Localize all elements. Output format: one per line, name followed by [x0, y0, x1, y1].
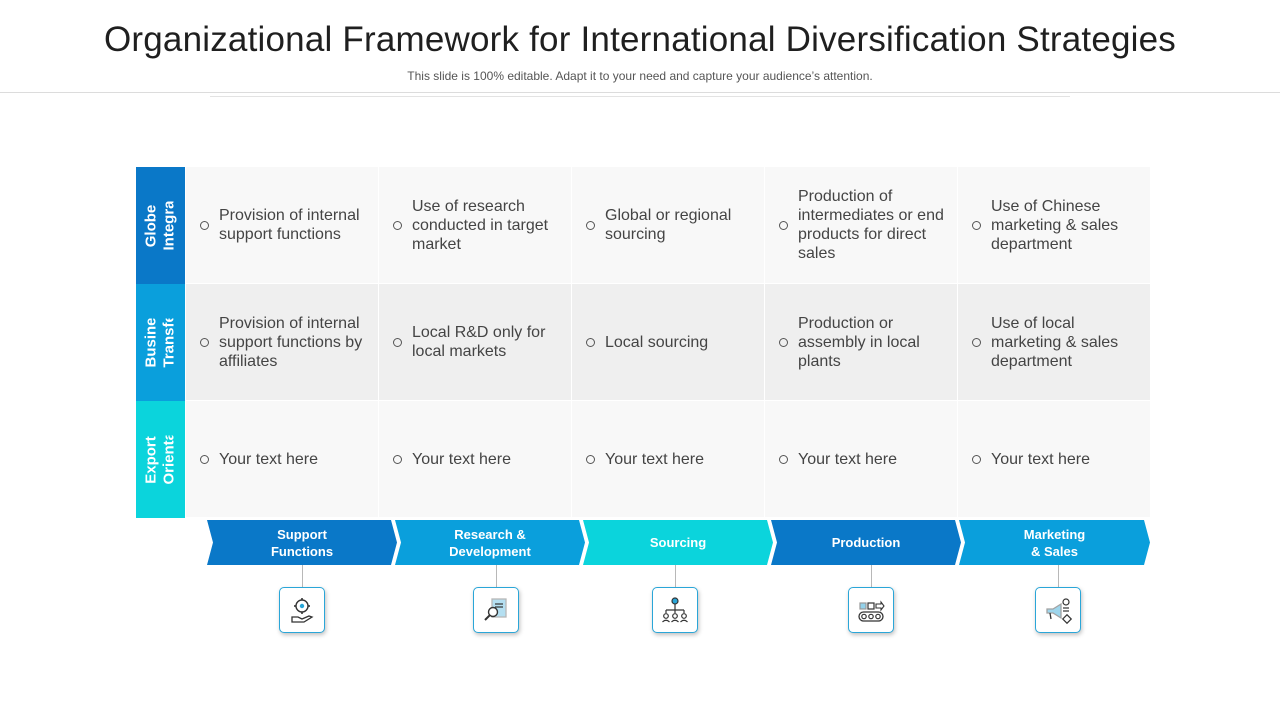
cell-text: Global or regional sourcing	[605, 207, 732, 243]
connector-line	[302, 565, 303, 587]
stage-label: Sourcing	[649, 535, 707, 550]
support-functions-icon-box	[279, 587, 325, 633]
stage-arrow-support-functions: Support Functions	[207, 520, 397, 565]
cell-text: Production of intermediates or end produ…	[798, 188, 944, 262]
connector-line	[1058, 565, 1059, 587]
gear-hand-icon	[291, 598, 314, 623]
bullet-icon	[779, 337, 788, 347]
cell-text: Your text here	[412, 450, 512, 468]
stage-label: Support Functions	[270, 526, 334, 559]
table-cell: Use of Chinese marketing & sales departm…	[958, 167, 1150, 283]
table-cell: Your text here	[186, 401, 378, 517]
stage-label: Research & Development	[449, 526, 531, 559]
slide-title: Organizational Framework for Internation…	[103, 20, 1177, 59]
bullet-icon	[586, 337, 595, 347]
conveyor-icon	[858, 600, 885, 622]
table-cell: Global or regional sourcing	[572, 167, 764, 283]
cell-text: Local R&D only for local markets	[412, 324, 546, 360]
research-development-icon-box	[473, 587, 519, 633]
connector-line	[871, 565, 872, 587]
bullet-icon	[586, 220, 595, 230]
cell-text: Production or assembly in local plants	[798, 314, 920, 370]
bullet-icon	[972, 220, 981, 230]
table-cell: Your text here	[958, 401, 1150, 517]
marketing-sales-icon-box	[1035, 587, 1081, 633]
bullet-icon	[393, 337, 402, 347]
row-label-text: Globe Integratio	[142, 201, 178, 250]
cell-text: Your text here	[605, 450, 705, 468]
stage-arrow-sourcing: Sourcing	[583, 520, 773, 565]
megaphone-icon	[1046, 598, 1073, 625]
stage-label: Production	[831, 535, 901, 550]
network-people-icon	[662, 597, 688, 623]
bullet-icon	[200, 220, 209, 230]
connector-line	[675, 565, 676, 587]
cell-text: Use of Chinese marketing & sales departm…	[991, 197, 1119, 253]
table-cell: Use of research conducted in target mark…	[379, 167, 571, 283]
sourcing-icon-box	[652, 587, 698, 633]
bullet-icon	[779, 454, 788, 464]
cell-text: Your text here	[798, 450, 898, 468]
bullet-icon	[393, 454, 402, 464]
connector-line	[496, 565, 497, 587]
row-label-text: Export Orientati	[142, 435, 178, 484]
row-label-business-transfer: Business Transfer	[136, 284, 185, 401]
table-cell: Local R&D only for local markets	[379, 284, 571, 400]
bullet-icon	[779, 220, 788, 230]
cell-text: Provision of internal support functions …	[219, 314, 363, 370]
table-cell: Use of local marketing & sales departmen…	[958, 284, 1150, 400]
row-label-export-orientation: Export Orientati	[136, 401, 185, 518]
cell-text: Use of local marketing & sales departmen…	[991, 314, 1119, 370]
stage-arrow-production: Production	[771, 520, 961, 565]
bullet-icon	[972, 454, 981, 464]
bullet-icon	[200, 454, 209, 464]
bullet-icon	[972, 337, 981, 347]
cell-text: Your text here	[991, 450, 1091, 468]
stage-arrow-marketing-sales: Marketing & Sales	[959, 520, 1150, 565]
bullet-icon	[200, 337, 209, 347]
row-label-globe-integration: Globe Integratio	[136, 167, 185, 284]
header-underline	[210, 96, 1070, 97]
stage-label: Marketing & Sales	[1023, 526, 1086, 559]
production-icon-box	[848, 587, 894, 633]
table-cell: Provision of internal support functions …	[186, 284, 378, 400]
cell-text: Your text here	[219, 450, 319, 468]
slide-subtitle: This slide is 100% editable. Adapt it to…	[407, 69, 873, 83]
document-magnifier-icon	[484, 598, 507, 621]
table-cell: Your text here	[572, 401, 764, 517]
table-cell: Production of intermediates or end produ…	[765, 167, 957, 283]
row-label-text: Business Transfer	[142, 318, 178, 367]
table-cell: Your text here	[379, 401, 571, 517]
table-cell: Local sourcing	[572, 284, 764, 400]
table-cell: Your text here	[765, 401, 957, 517]
stage-arrow-research-development: Research & Development	[395, 520, 585, 565]
table-cell: Provision of internal support functions	[186, 167, 378, 283]
table-cell: Production or assembly in local plants	[765, 284, 957, 400]
bullet-icon	[586, 454, 595, 464]
cell-text: Use of research conducted in target mark…	[412, 197, 549, 253]
bullet-icon	[393, 220, 402, 230]
cell-text: Local sourcing	[605, 333, 709, 351]
cell-text: Provision of internal support functions	[219, 207, 360, 243]
header-divider	[0, 92, 1280, 93]
